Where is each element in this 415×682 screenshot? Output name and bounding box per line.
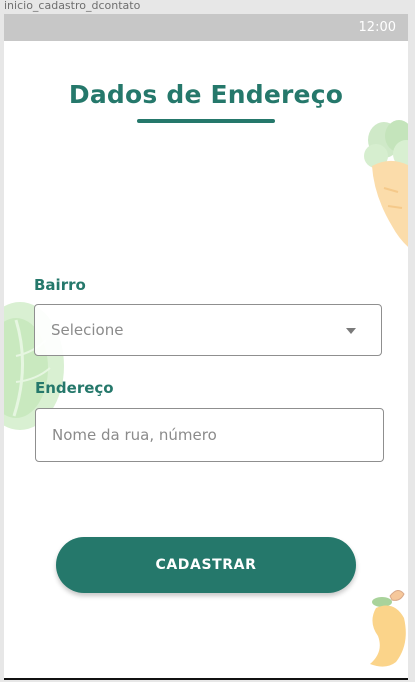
address-input[interactable] [35, 408, 384, 462]
status-time: 12:00 [358, 20, 396, 35]
chevron-down-icon [346, 328, 356, 334]
carrot-icon [364, 120, 408, 247]
page-title: Dados de Endereço [68, 80, 344, 109]
title-underline [137, 119, 275, 123]
phone-screen: 12:00 Dados de Endereço Bairro Selecione… [4, 14, 408, 680]
neighborhood-select[interactable]: Selecione [34, 304, 382, 356]
neighborhood-label: Bairro [34, 276, 86, 294]
submit-button[interactable]: CADASTRAR [56, 537, 356, 593]
address-label: Endereço [35, 379, 114, 397]
status-bar: 12:00 [4, 14, 408, 41]
neighborhood-selected-value: Selecione [51, 321, 124, 339]
mango-icon [370, 590, 406, 667]
artboard-label: inicio_cadastro_dcontato [4, 0, 141, 12]
bottom-edge-divider [4, 678, 408, 680]
